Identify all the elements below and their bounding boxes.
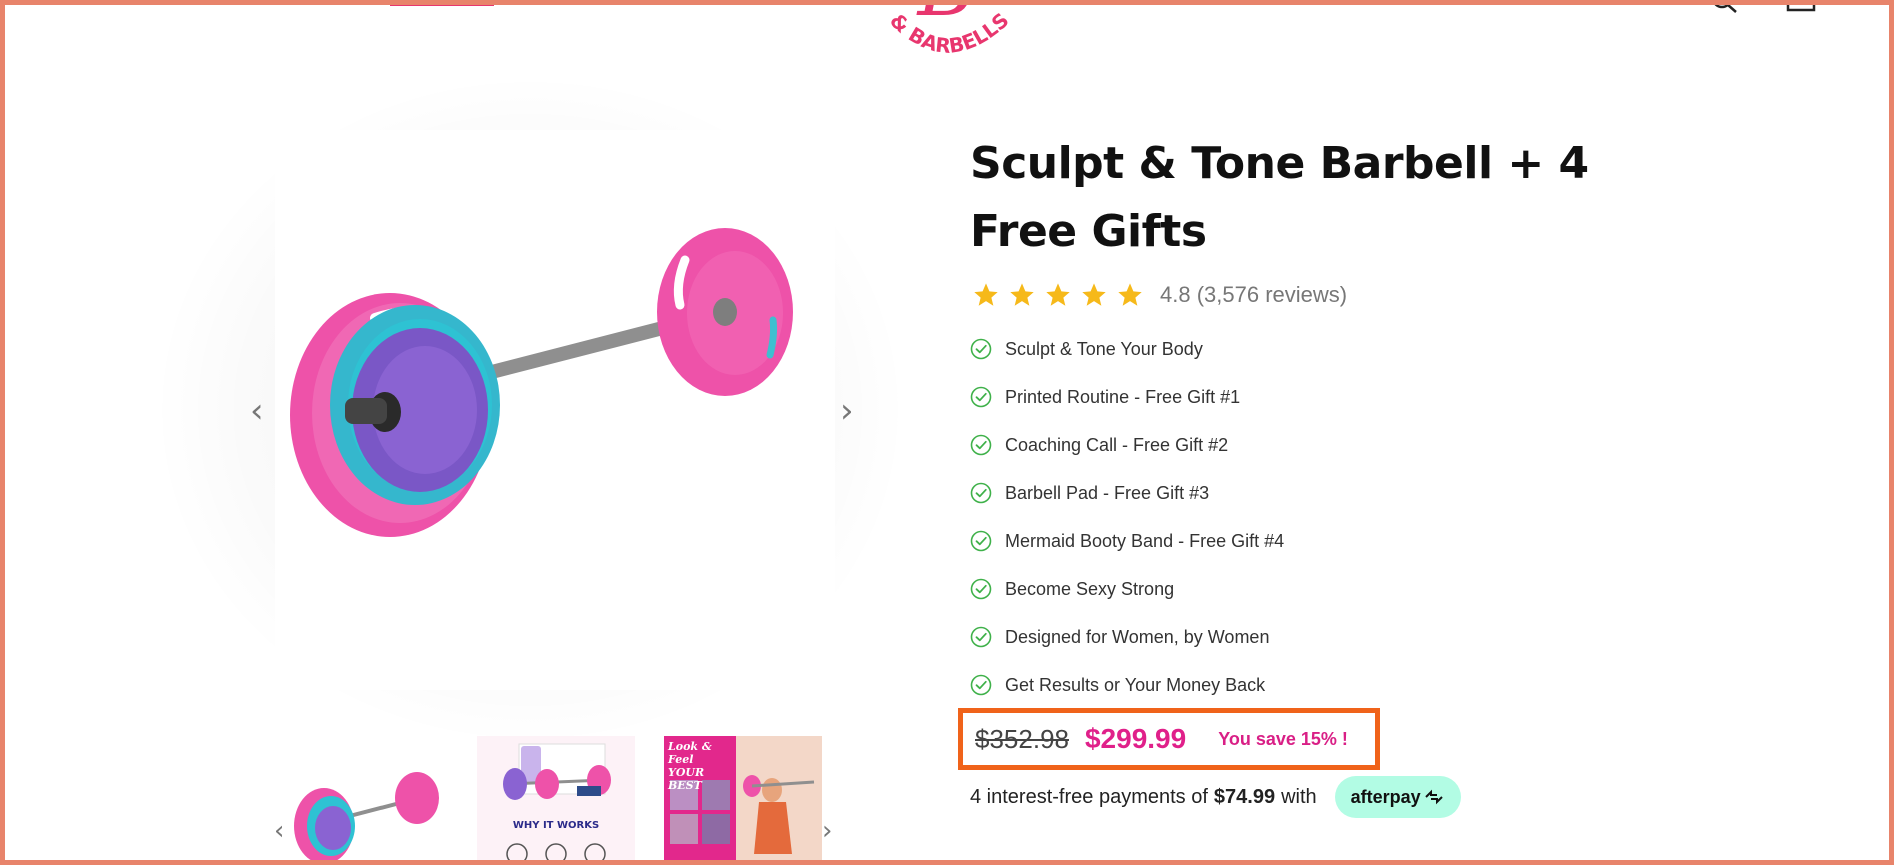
- check-circle-icon: [970, 530, 992, 552]
- afterpay-badge[interactable]: afterpay: [1334, 776, 1461, 818]
- feature-text: Get Results or Your Money Back: [1005, 674, 1266, 695]
- star-icon: [1046, 283, 1070, 306]
- nav-active-underline: [390, 0, 494, 6]
- star-icon: [1010, 283, 1034, 306]
- check-circle-icon: [970, 482, 992, 504]
- feature-text: Sculpt & Tone Your Body: [1005, 338, 1203, 359]
- check-circle-icon: [970, 434, 992, 456]
- feature-list: Sculpt & Tone Your Body Printed Routine …: [970, 325, 1284, 709]
- feature-text: Barbell Pad - Free Gift #3: [1005, 482, 1210, 503]
- afterpay-line: 4 interest-free payments of $74.99 with …: [970, 776, 1461, 818]
- main-product-image[interactable]: [275, 130, 835, 690]
- barbell-illustration: [290, 228, 793, 537]
- thumbnail-next-arrow[interactable]: ›: [822, 818, 832, 844]
- cart-icon[interactable]: [1786, 0, 1816, 14]
- afterpay-arrows-icon: [1424, 789, 1443, 805]
- feature-text: Coaching Call - Free Gift #2: [1005, 434, 1229, 455]
- feature-text: Printed Routine - Free Gift #1: [1005, 386, 1241, 407]
- gallery-prev-arrow[interactable]: ‹: [250, 394, 264, 428]
- check-circle-icon: [970, 338, 992, 360]
- check-circle-icon: [970, 578, 992, 600]
- star-icon: [974, 283, 998, 306]
- feature-item: Get Results or Your Money Back: [970, 661, 1284, 709]
- thumbnail-2-caption: WHY IT WORKS: [512, 820, 600, 831]
- rating-text[interactable]: 4.8 (3,576 reviews): [1160, 282, 1347, 308]
- search-icon[interactable]: [1712, 0, 1740, 14]
- feature-item: Printed Routine - Free Gift #1: [970, 373, 1284, 421]
- gallery-next-arrow[interactable]: ›: [840, 394, 854, 428]
- feature-item: Sculpt & Tone Your Body: [970, 325, 1284, 373]
- rating-row[interactable]: 4.8 (3,576 reviews): [972, 278, 1347, 312]
- feature-item: Become Sexy Strong: [970, 565, 1284, 613]
- savings-badge: You save 15% !: [1218, 728, 1348, 749]
- thumbnail-3[interactable]: Look & Feel YOUR BEST: [664, 736, 822, 865]
- feature-item: Designed for Women, by Women: [970, 613, 1284, 661]
- feature-text: Designed for Women, by Women: [1005, 626, 1270, 647]
- feature-item: Coaching Call - Free Gift #2: [970, 421, 1284, 469]
- brand-logo[interactable]: B & BARBELLS: [862, 0, 1032, 80]
- star-icon: [1118, 283, 1142, 306]
- check-circle-icon: [970, 386, 992, 408]
- product-title: Sculpt & Tone Barbell + 4 Free Gifts: [970, 138, 1589, 257]
- check-circle-icon: [970, 674, 992, 696]
- feature-item: Barbell Pad - Free Gift #3: [970, 469, 1284, 517]
- feature-text: Mermaid Booty Band - Free Gift #4: [1005, 530, 1285, 551]
- thumbnail-why-it-works-image: [477, 736, 635, 865]
- thumbnail-barbell-image: [294, 772, 439, 864]
- feature-item: Mermaid Booty Band - Free Gift #4: [970, 517, 1284, 565]
- afterpay-prefix: 4 interest-free payments of: [970, 785, 1208, 808]
- thumbnail-2[interactable]: WHY IT WORKS: [477, 736, 635, 865]
- compare-at-price: $352.98: [975, 723, 1069, 754]
- price-box: $352.98 $299.99 You save 15% !: [958, 708, 1380, 770]
- feature-text: Become Sexy Strong: [1005, 578, 1175, 599]
- thumbnail-3-caption: Look & Feel YOUR BEST: [668, 740, 712, 792]
- star-icon: [1082, 283, 1106, 306]
- sale-price: $299.99: [1084, 723, 1187, 754]
- afterpay-amount: $74.99: [1213, 785, 1276, 808]
- check-circle-icon: [970, 626, 992, 648]
- afterpay-label: afterpay: [1350, 786, 1421, 807]
- thumbnail-1[interactable]: [289, 736, 447, 865]
- thumbnail-prev-arrow[interactable]: ‹: [274, 818, 284, 844]
- afterpay-suffix: with: [1281, 785, 1317, 808]
